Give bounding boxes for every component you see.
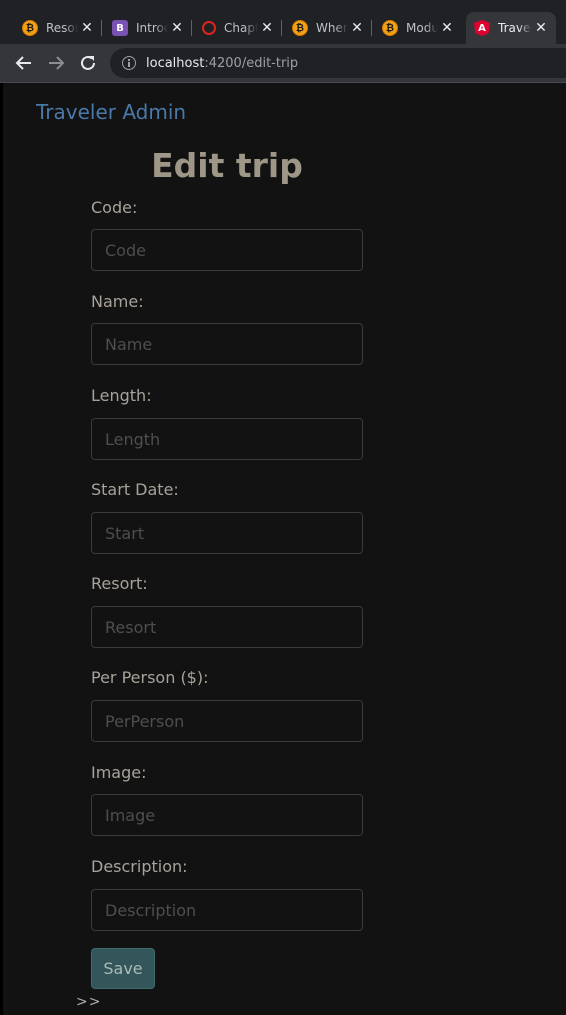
footer-mark: >> xyxy=(76,994,102,1010)
browser-tab-strip: ₿ Resorts ✕ B Introduction ✕ Chapter ✕ ₿… xyxy=(0,0,566,44)
forward-arrow-icon[interactable] xyxy=(45,52,67,74)
brand-link[interactable]: Traveler Admin xyxy=(36,100,186,124)
resort-input[interactable] xyxy=(91,606,363,648)
code-input[interactable] xyxy=(91,229,363,271)
close-icon[interactable]: ✕ xyxy=(532,19,550,37)
bootstrap-icon: B xyxy=(112,20,128,36)
close-icon[interactable]: ✕ xyxy=(258,19,276,37)
url-text: localhost:4200/edit-trip xyxy=(146,56,298,71)
per-person-input[interactable] xyxy=(91,700,363,742)
close-icon[interactable]: ✕ xyxy=(438,19,456,37)
close-icon[interactable]: ✕ xyxy=(168,19,186,37)
browser-toolbar: localhost:4200/edit-trip xyxy=(0,44,566,83)
back-arrow-icon[interactable] xyxy=(13,52,35,74)
info-icon[interactable] xyxy=(122,56,136,70)
tab-title: Travel xyxy=(498,21,532,35)
browser-tab-active[interactable]: A Travel ✕ xyxy=(466,12,556,44)
start-date-input[interactable] xyxy=(91,512,363,554)
close-icon[interactable]: ✕ xyxy=(348,19,366,37)
browser-tab-3[interactable]: Chapter ✕ xyxy=(194,12,282,44)
tab-separator xyxy=(101,20,102,36)
tab-title: Where xyxy=(316,21,348,35)
length-label: Length: xyxy=(91,386,152,405)
browser-tab-4[interactable]: ₿ Where ✕ xyxy=(284,12,372,44)
url-host: localhost xyxy=(146,55,205,71)
per-person-label: Per Person ($): xyxy=(91,668,209,687)
bitcoin-icon: ₿ xyxy=(22,20,38,36)
bitcoin-icon: ₿ xyxy=(292,20,308,36)
tab-separator xyxy=(371,20,372,36)
resort-label: Resort: xyxy=(91,574,148,593)
length-input[interactable] xyxy=(91,418,363,460)
description-input[interactable] xyxy=(91,889,363,931)
browser-tab-1[interactable]: ₿ Resorts ✕ xyxy=(14,12,102,44)
code-label: Code: xyxy=(91,198,138,217)
bitcoin-icon: ₿ xyxy=(382,20,398,36)
name-input[interactable] xyxy=(91,323,363,365)
page-title: Edit trip xyxy=(151,146,303,185)
image-label: Image: xyxy=(91,763,147,782)
tab-title: Modules xyxy=(406,21,438,35)
tab-title: Resorts xyxy=(46,21,78,35)
close-icon[interactable]: ✕ xyxy=(78,19,96,37)
angular-icon: A xyxy=(474,20,490,36)
tab-separator xyxy=(191,20,192,36)
browser-tab-5[interactable]: ₿ Modules ✕ xyxy=(374,12,462,44)
tab-title: Chapter xyxy=(224,21,258,35)
image-input[interactable] xyxy=(91,794,363,836)
description-label: Description: xyxy=(91,857,188,876)
start-date-label: Start Date: xyxy=(91,480,179,499)
reload-icon[interactable] xyxy=(77,52,99,74)
tab-separator xyxy=(281,20,282,36)
address-bar[interactable]: localhost:4200/edit-trip xyxy=(110,48,566,78)
tab-title: Introduction xyxy=(136,21,168,35)
window-edge xyxy=(0,83,3,1015)
browser-tab-2[interactable]: B Introduction ✕ xyxy=(104,12,192,44)
save-button[interactable]: Save xyxy=(91,948,155,989)
opera-icon xyxy=(202,21,216,35)
url-path: :4200/edit-trip xyxy=(204,55,299,71)
name-label: Name: xyxy=(91,292,144,311)
